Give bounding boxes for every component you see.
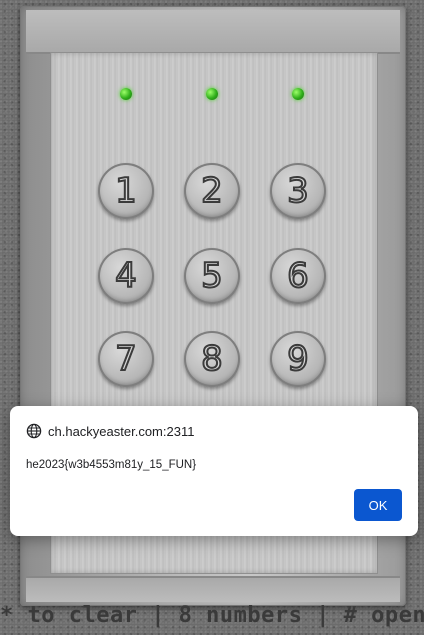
status-led-3	[292, 88, 304, 100]
keypad-bottom-bezel	[26, 576, 400, 602]
keypad-top-bezel	[26, 10, 400, 54]
key-5[interactable]: 5	[184, 248, 240, 304]
globe-icon	[26, 423, 42, 439]
key-6[interactable]: 6	[270, 248, 326, 304]
key-1[interactable]: 1	[98, 163, 154, 219]
key-2[interactable]: 2	[184, 163, 240, 219]
key-2-label: 2	[200, 171, 224, 211]
key-8[interactable]: 8	[184, 331, 240, 387]
key-4[interactable]: 4	[98, 248, 154, 304]
key-6-label: 6	[286, 256, 310, 296]
key-8-label: 8	[200, 339, 224, 379]
dialog-origin: ch.hackyeaster.com:2311	[26, 422, 194, 440]
key-7-label: 7	[114, 339, 138, 379]
key-7[interactable]: 7	[98, 331, 154, 387]
dialog-origin-text: ch.hackyeaster.com:2311	[48, 423, 195, 439]
key-3-label: 3	[286, 171, 310, 211]
status-led-1	[120, 88, 132, 100]
ok-button[interactable]: OK	[354, 489, 402, 521]
alert-dialog: ch.hackyeaster.com:2311 he2023{w3b4553m8…	[10, 406, 418, 536]
key-5-label: 5	[200, 256, 224, 296]
status-led-2	[206, 88, 218, 100]
keypad-instructions: * to clear | 8 numbers | # open	[0, 603, 424, 628]
key-1-label: 1	[114, 171, 138, 211]
key-4-label: 4	[114, 256, 138, 296]
key-3[interactable]: 3	[270, 163, 326, 219]
key-9-label: 9	[286, 339, 310, 379]
dialog-message: he2023{w3b4553m81y_15_FUN}	[26, 459, 197, 471]
key-9[interactable]: 9	[270, 331, 326, 387]
